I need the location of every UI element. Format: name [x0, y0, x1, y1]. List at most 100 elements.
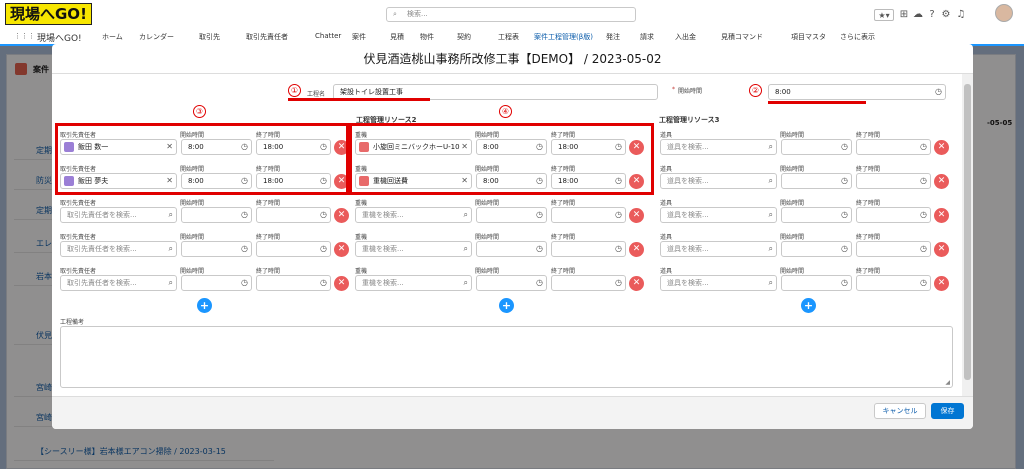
- end-time-input[interactable]: ◷: [551, 275, 626, 291]
- annotation-marker-3: ③: [193, 105, 206, 118]
- help-icon[interactable]: ?: [926, 9, 938, 21]
- start-time-input[interactable]: ◷: [781, 173, 852, 189]
- gear-icon[interactable]: ⚙: [940, 9, 952, 21]
- nav-item-home[interactable]: ホーム: [102, 32, 123, 42]
- global-search-input[interactable]: ⌕ 検索...: [386, 7, 636, 22]
- end-time-input[interactable]: ◷: [856, 241, 931, 257]
- end-time-input[interactable]: ◷: [551, 241, 626, 257]
- search-icon: ⌕: [768, 176, 773, 185]
- end-time-input[interactable]: ◷: [856, 207, 931, 223]
- resource-lookup-input[interactable]: 道具を検索... ⌕: [660, 173, 777, 189]
- favorites-icon[interactable]: ★▾: [874, 9, 894, 21]
- nav-item-contracts[interactable]: 契約: [457, 32, 471, 42]
- delete-row-button[interactable]: ✕: [629, 242, 644, 257]
- end-time-input[interactable]: ◷: [256, 241, 331, 257]
- start-time-input[interactable]: ◷: [181, 207, 252, 223]
- nav-item-calendar[interactable]: カレンダー: [139, 32, 174, 42]
- delete-row-button[interactable]: ✕: [934, 208, 949, 223]
- start-time-input[interactable]: ◷: [476, 241, 547, 257]
- delete-row-button[interactable]: ✕: [334, 208, 349, 223]
- start-time-input[interactable]: ◷: [476, 207, 547, 223]
- resource-lookup-input[interactable]: 取引先責任者を検索... ⌕: [60, 275, 177, 291]
- end-time-input[interactable]: ◷: [256, 207, 331, 223]
- start-time-input[interactable]: 8:00 ◷: [768, 84, 946, 100]
- end-time-input[interactable]: ◷: [551, 207, 626, 223]
- avatar[interactable]: [995, 4, 1013, 22]
- end-label: 終了時間: [551, 268, 576, 275]
- delete-row-button[interactable]: ✕: [334, 276, 349, 291]
- resource-lookup-input[interactable]: 道具を検索... ⌕: [660, 275, 777, 291]
- save-button[interactable]: 保存: [931, 403, 964, 419]
- clock-icon: ◷: [320, 210, 327, 219]
- nav-item-payments[interactable]: 入出金: [675, 32, 696, 42]
- nav-item-invoices[interactable]: 請求: [640, 32, 654, 42]
- end-label: 終了時間: [256, 268, 281, 275]
- nav-item-properties[interactable]: 物件: [420, 32, 434, 42]
- delete-row-button[interactable]: ✕: [629, 276, 644, 291]
- nav-item-quotes[interactable]: 見積: [390, 32, 404, 42]
- add-icon[interactable]: ⊞: [898, 9, 910, 21]
- annotation-underline-2: [768, 101, 866, 104]
- resource-lookup-input[interactable]: 重機を検索... ⌕: [355, 207, 472, 223]
- delete-row-button[interactable]: ✕: [934, 174, 949, 189]
- resource-lookup-input[interactable]: 取引先責任者を検索... ⌕: [60, 241, 177, 257]
- notification-icon[interactable]: ♫: [955, 9, 967, 21]
- add-row-button[interactable]: +: [801, 298, 816, 313]
- resource-label: 道具: [660, 200, 673, 207]
- resource-lookup-input[interactable]: 取引先責任者を検索... ⌕: [60, 207, 177, 223]
- start-time-input[interactable]: ◷: [181, 275, 252, 291]
- required-mark: *: [672, 86, 675, 93]
- resize-handle-icon[interactable]: ◢: [945, 379, 950, 386]
- resource-lookup-input[interactable]: 道具を検索... ⌕: [660, 207, 777, 223]
- start-time-input[interactable]: ◷: [781, 275, 852, 291]
- delete-row-button[interactable]: ✕: [629, 208, 644, 223]
- start-time-input[interactable]: ◷: [781, 207, 852, 223]
- start-label: 開始時間: [180, 268, 205, 275]
- cancel-button[interactable]: キャンセル: [874, 403, 926, 419]
- end-time-input[interactable]: ◷: [856, 275, 931, 291]
- nav-item-contacts[interactable]: 取引先責任者: [246, 32, 288, 42]
- start-time-input[interactable]: ◷: [476, 275, 547, 291]
- end-time-input[interactable]: ◷: [256, 275, 331, 291]
- nav-item-process-management[interactable]: 案件工程管理(β版): [534, 32, 593, 42]
- add-row-button[interactable]: +: [197, 298, 212, 313]
- end-label: 終了時間: [256, 234, 281, 241]
- clock-icon: ◷: [935, 87, 942, 96]
- delete-row-button[interactable]: ✕: [934, 242, 949, 257]
- end-time-input[interactable]: ◷: [856, 139, 931, 155]
- nav-item-schedule[interactable]: 工程表: [498, 32, 519, 42]
- clock-icon: ◷: [615, 278, 622, 287]
- nav-item-more[interactable]: さらに表示: [840, 32, 875, 42]
- nav-item-deals[interactable]: 案件: [352, 32, 366, 42]
- delete-row-button[interactable]: ✕: [934, 276, 949, 291]
- start-label: 開始時間: [780, 132, 805, 139]
- nav-item-chatter[interactable]: Chatter: [315, 32, 341, 40]
- nav-item-orders[interactable]: 発注: [606, 32, 620, 42]
- resource-lookup-input[interactable]: 重機を検索... ⌕: [355, 241, 472, 257]
- end-time-input[interactable]: ◷: [856, 173, 931, 189]
- search-icon: ⌕: [393, 10, 397, 18]
- start-time-input[interactable]: ◷: [781, 139, 852, 155]
- resource-lookup-input[interactable]: 道具を検索... ⌕: [660, 139, 777, 155]
- nav-item-accounts[interactable]: 取引先: [199, 32, 220, 42]
- process-name-label: 工程名: [307, 91, 326, 98]
- delete-row-button[interactable]: ✕: [934, 140, 949, 155]
- start-time-input[interactable]: ◷: [781, 241, 852, 257]
- app-launcher-icon[interactable]: ⋮⋮⋮: [14, 32, 35, 40]
- resource-lookup-input[interactable]: 道具を検索... ⌕: [660, 241, 777, 257]
- delete-row-button[interactable]: ✕: [334, 242, 349, 257]
- search-icon: ⌕: [168, 244, 173, 253]
- nav-item-master[interactable]: 項目マスタ: [791, 32, 826, 42]
- start-label: 開始時間: [780, 200, 805, 207]
- start-label: 開始時間: [780, 234, 805, 241]
- clock-icon: ◷: [920, 244, 927, 253]
- remarks-textarea[interactable]: ◢: [60, 326, 953, 388]
- search-icon: ⌕: [768, 244, 773, 253]
- nav-item-quote-command[interactable]: 見積コマンド: [721, 32, 763, 42]
- start-time-input[interactable]: ◷: [181, 241, 252, 257]
- add-row-button[interactable]: +: [499, 298, 514, 313]
- bell-icon[interactable]: ☁: [912, 9, 924, 21]
- resource-label: 重機: [355, 200, 368, 207]
- resource-lookup-input[interactable]: 重機を検索... ⌕: [355, 275, 472, 291]
- scrollbar-thumb[interactable]: [964, 84, 971, 380]
